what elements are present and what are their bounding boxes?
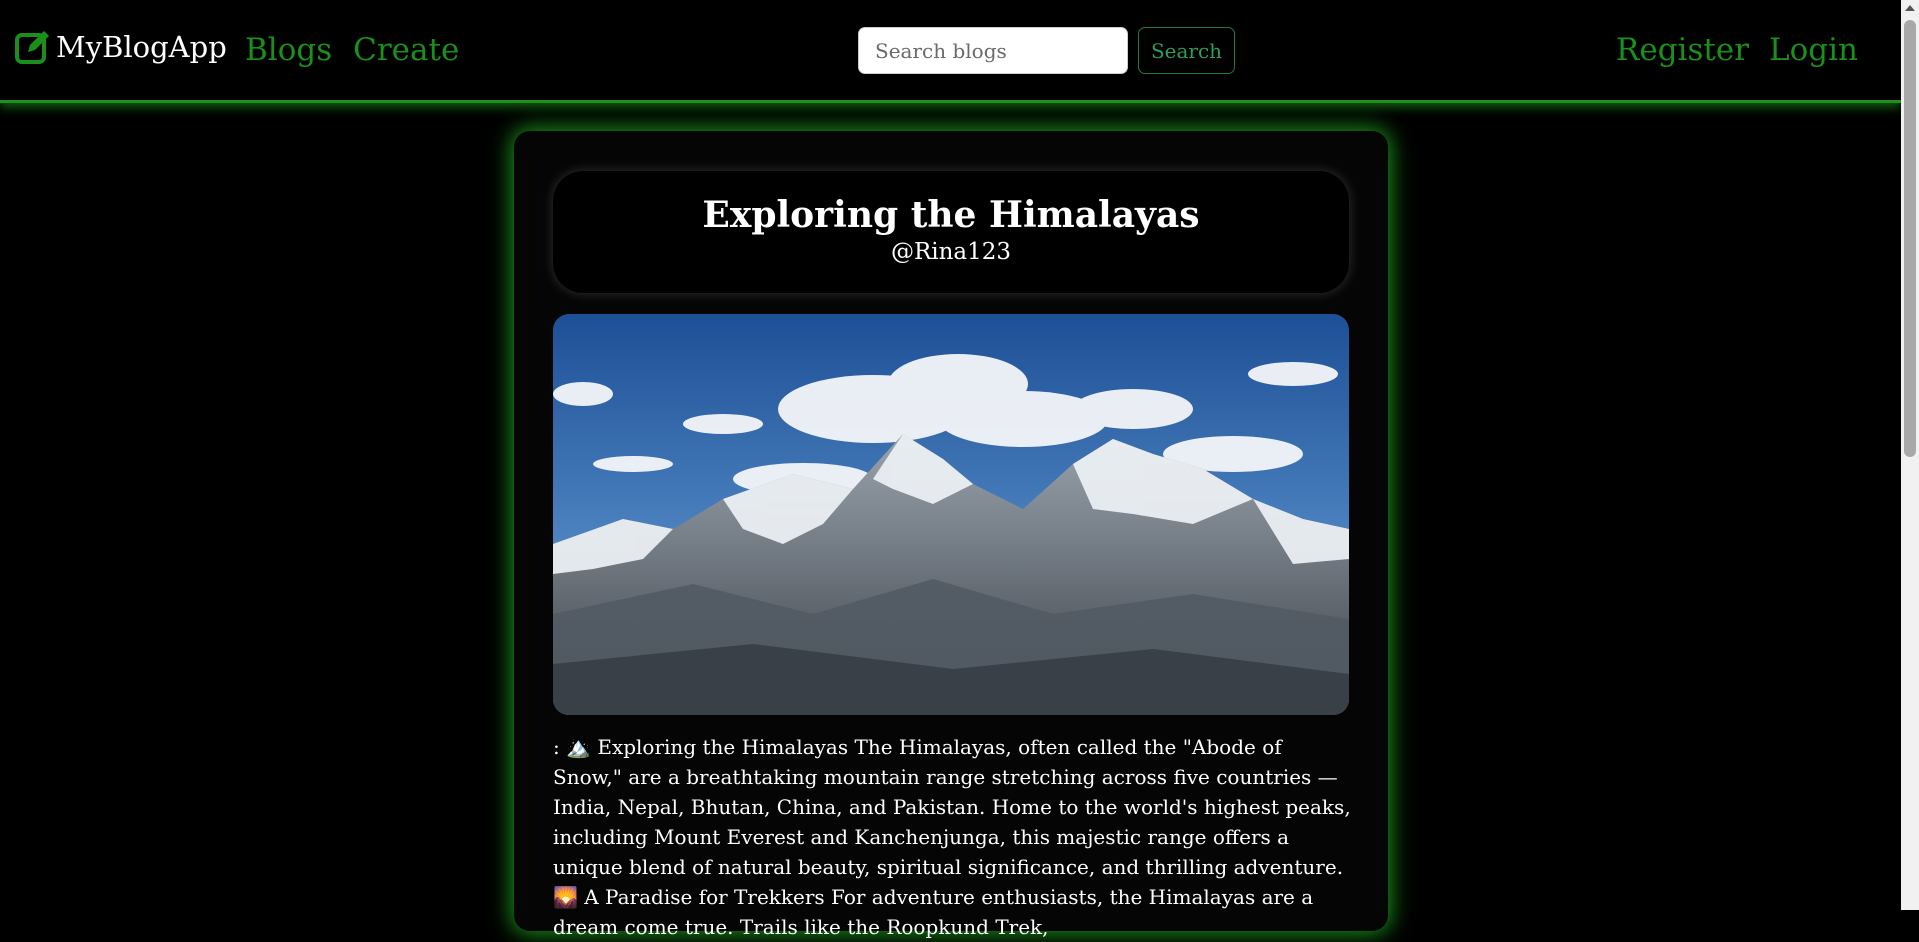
blog-post-card: Exploring the Himalayas @Rina123: 🏔️ Ex…: [514, 131, 1388, 939]
brand-link[interactable]: MyBlogApp: [14, 28, 227, 66]
nav-auth: Register Login: [1616, 30, 1858, 70]
post-image: [553, 314, 1349, 715]
nav-link-register[interactable]: Register: [1616, 30, 1749, 70]
search-button[interactable]: Search: [1138, 27, 1235, 74]
mountain-photo-icon: [553, 314, 1349, 715]
nav-link-blogs[interactable]: Blogs: [245, 30, 332, 70]
edit-square-icon: [15, 31, 49, 64]
search-input[interactable]: [858, 27, 1128, 74]
page-scrollbar[interactable]: [1901, 0, 1919, 910]
nav-link-login[interactable]: Login: [1769, 30, 1858, 70]
nav-primary: Blogs Create: [245, 30, 459, 70]
scroll-up-arrow-icon[interactable]: [1905, 5, 1915, 11]
post-header: Exploring the Himalayas @Rina123: [553, 171, 1349, 293]
post-body: : 🏔️ Exploring the Himalayas The Himalay…: [553, 735, 1351, 939]
post-author: @Rina123: [890, 239, 1012, 265]
nav-link-create[interactable]: Create: [353, 30, 459, 70]
scrollbar-thumb[interactable]: [1904, 20, 1916, 457]
brand-name: MyBlogApp: [56, 30, 227, 64]
search-form: Search: [858, 27, 1235, 74]
navbar: MyBlogApp Blogs Create Search Register L…: [0, 0, 1901, 103]
post-title: Exploring the Himalayas: [702, 194, 1200, 236]
